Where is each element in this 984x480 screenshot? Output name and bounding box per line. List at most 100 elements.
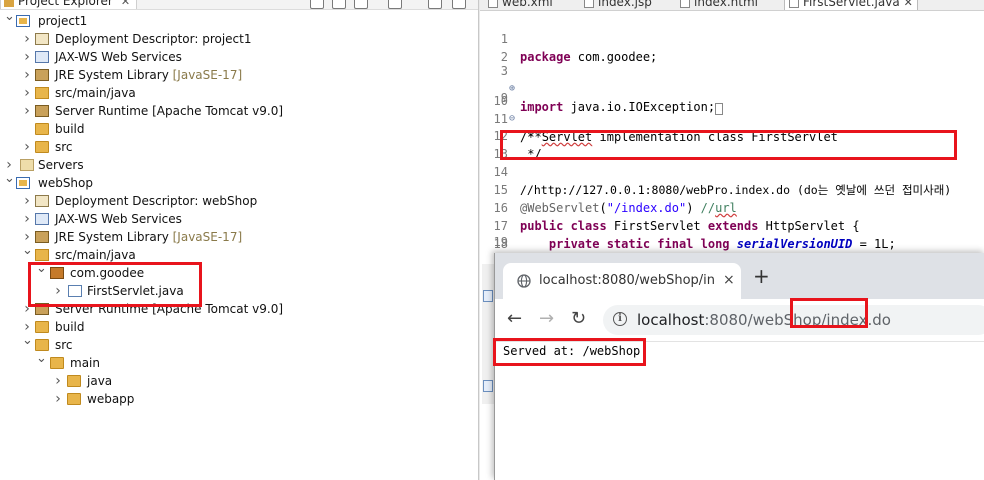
chevron-right-icon[interactable]: › bbox=[22, 84, 32, 102]
url-text[interactable]: localhost:8080/webShop/index.do bbox=[637, 311, 891, 329]
code-line: 15 @WebServlet("/index.do") //url bbox=[480, 163, 984, 215]
link-editor-icon[interactable] bbox=[332, 0, 346, 9]
tree-item-label: project1 bbox=[38, 12, 87, 30]
tree-item[interactable]: › src bbox=[0, 138, 470, 156]
tab-web-xml[interactable]: web.xml bbox=[484, 0, 557, 10]
folder-icon bbox=[67, 393, 81, 405]
code-line: 13 bbox=[480, 127, 984, 161]
chevron-down-icon[interactable]: ⌄ bbox=[36, 350, 47, 368]
tree-item-text: Deployment Descriptor: project1 bbox=[55, 32, 252, 46]
tree-item[interactable]: › build bbox=[0, 318, 470, 336]
tree-item-text: Servers bbox=[38, 158, 84, 172]
tree-item-text: Deployment Descriptor: webShop bbox=[55, 194, 258, 208]
chevron-right-icon[interactable]: › bbox=[22, 48, 32, 66]
tree-item[interactable]: › JAX-WS Web Services bbox=[0, 48, 470, 66]
browser-tab-strip: localhost:8080/webShop/index.do × + bbox=[495, 253, 984, 299]
close-tab-icon[interactable]: × bbox=[723, 272, 735, 288]
outline-icon[interactable] bbox=[483, 290, 493, 302]
tree-item[interactable]: › Server Runtime [Apache Tomcat v9.0] bbox=[0, 300, 470, 318]
new-tab-button[interactable]: + bbox=[753, 265, 770, 287]
tree-item-label: build bbox=[55, 318, 85, 336]
project-icon bbox=[16, 177, 30, 189]
close-icon[interactable]: ✕ bbox=[121, 0, 130, 9]
view-menu-icon[interactable] bbox=[388, 0, 402, 9]
globe-icon bbox=[517, 274, 531, 288]
tree-item[interactable]: ⌄ src/main/java bbox=[0, 243, 470, 264]
chevron-down-icon[interactable]: ⌄ bbox=[4, 8, 15, 26]
reload-button[interactable]: ↻ bbox=[571, 309, 586, 329]
tree-item-label: Deployment Descriptor: project1 bbox=[55, 30, 251, 48]
forward-button[interactable]: → bbox=[539, 309, 554, 329]
tree-item-decoration: [JavaSE-17] bbox=[172, 230, 243, 244]
chevron-down-icon[interactable]: ⌄ bbox=[22, 242, 33, 260]
tree-item-text: webapp bbox=[87, 392, 135, 406]
chevron-right-icon[interactable]: › bbox=[53, 372, 63, 390]
chevron-right-icon[interactable]: › bbox=[22, 300, 32, 318]
tree-item-label: src bbox=[55, 336, 73, 354]
tree-item[interactable]: › Deployment Descriptor: webShop bbox=[0, 192, 470, 210]
chevron-down-icon[interactable]: ⌄ bbox=[4, 170, 15, 188]
tree-item[interactable]: build bbox=[0, 120, 470, 138]
tree-item[interactable]: › webapp bbox=[0, 390, 470, 408]
tree-item-text: main bbox=[70, 356, 100, 370]
chevron-right-icon[interactable]: › bbox=[22, 102, 32, 120]
chevron-right-icon[interactable]: › bbox=[22, 138, 32, 156]
chevron-right-icon[interactable]: › bbox=[22, 30, 32, 48]
tree-item[interactable]: › Deployment Descriptor: project1 bbox=[0, 30, 470, 48]
info-icon[interactable]: i bbox=[613, 312, 627, 326]
chevron-right-icon[interactable]: › bbox=[53, 282, 63, 300]
folder-icon bbox=[50, 357, 64, 369]
address-bar[interactable]: i localhost:8080/webShop/index.do bbox=[603, 305, 984, 335]
chevron-down-icon[interactable]: ⌄ bbox=[22, 332, 33, 350]
task-list-icon[interactable] bbox=[483, 380, 493, 392]
tab-first-servlet-java[interactable]: FirstServlet.java ✕ bbox=[784, 0, 918, 10]
chevron-right-icon[interactable]: › bbox=[22, 66, 32, 84]
folder-icon bbox=[35, 123, 49, 135]
tree-item-text: JRE System Library bbox=[55, 68, 169, 82]
deployment-descriptor-icon bbox=[35, 195, 49, 207]
tree-item[interactable]: ⌄ src bbox=[0, 333, 470, 354]
explorer-icon bbox=[4, 0, 14, 7]
tree-item[interactable]: ⌄ project1 bbox=[0, 9, 470, 30]
browser-toolbar: ← → ↻ i localhost:8080/webShop/index.do bbox=[495, 299, 984, 342]
tab-index-html[interactable]: index.html bbox=[676, 0, 762, 10]
minimize-icon[interactable] bbox=[428, 0, 442, 9]
tab-index-jsp[interactable]: index.jsp bbox=[580, 0, 656, 10]
chevron-right-icon[interactable]: › bbox=[22, 210, 32, 228]
browser-tab[interactable]: localhost:8080/webShop/index.do × bbox=[503, 263, 741, 299]
tree-item-label: JRE System Library [JavaSE-17] bbox=[55, 228, 242, 246]
tree-item[interactable]: › JRE System Library [JavaSE-17] bbox=[0, 66, 470, 84]
tree-item[interactable]: › JRE System Library [JavaSE-17] bbox=[0, 228, 470, 246]
back-button[interactable]: ← bbox=[507, 309, 522, 329]
maximize-icon[interactable] bbox=[452, 0, 466, 9]
tree-item-label: Servers bbox=[38, 156, 84, 174]
close-icon[interactable]: ✕ bbox=[904, 0, 913, 10]
tree-item-label: JAX-WS Web Services bbox=[55, 48, 182, 66]
tree-item[interactable]: › java bbox=[0, 372, 470, 390]
tree-item[interactable]: › Server Runtime [Apache Tomcat v9.0] bbox=[0, 102, 470, 120]
tree-item-label: JAX-WS Web Services bbox=[55, 210, 182, 228]
tree-item-label: FirstServlet.java bbox=[87, 282, 184, 300]
chevron-right-icon[interactable]: › bbox=[53, 390, 63, 408]
chevron-down-icon[interactable]: ⌄ bbox=[36, 260, 47, 278]
tree-item[interactable]: › FirstServlet.java bbox=[0, 282, 470, 300]
jsp-file-icon bbox=[584, 0, 594, 8]
tree-item-text: build bbox=[55, 122, 85, 136]
tree-item[interactable]: ⌄ webShop bbox=[0, 171, 470, 192]
tree-item[interactable]: › Servers bbox=[0, 156, 470, 174]
library-icon bbox=[35, 69, 49, 81]
filter-icon[interactable] bbox=[354, 0, 368, 9]
xml-file-icon bbox=[488, 0, 498, 8]
code-line: 3 ⊕ import java.io.IOException; bbox=[480, 44, 984, 115]
tree-item[interactable]: ⌄ main bbox=[0, 351, 470, 372]
source-folder-icon bbox=[35, 87, 49, 99]
tree-item[interactable]: › JAX-WS Web Services bbox=[0, 210, 470, 228]
chevron-right-icon[interactable]: › bbox=[22, 192, 32, 210]
tree-item[interactable]: › src/main/java bbox=[0, 84, 470, 102]
tab-project-explorer[interactable]: Project Explorer ✕ bbox=[0, 0, 138, 9]
served-at-text: Served at: /webShop bbox=[503, 344, 641, 358]
collapse-all-icon[interactable] bbox=[310, 0, 324, 9]
tree-item-text: JAX-WS Web Services bbox=[55, 212, 182, 226]
tree-item[interactable]: ⌄ com.goodee bbox=[0, 261, 470, 282]
web-services-icon bbox=[35, 213, 49, 225]
